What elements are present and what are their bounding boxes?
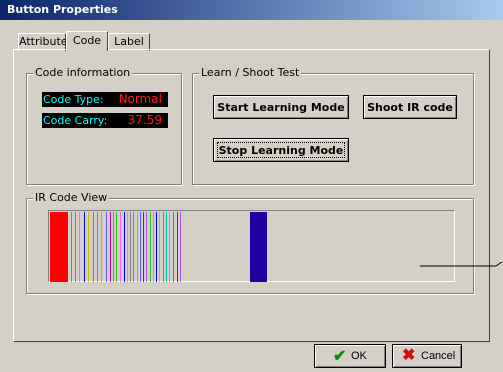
ir-pulse	[156, 212, 157, 282]
window-title: Button Properties	[7, 3, 118, 16]
ir-pulse	[127, 212, 128, 282]
ir-pulse	[124, 212, 125, 282]
cancel-x-icon: ✖	[402, 347, 416, 364]
ir-pulse	[71, 212, 72, 282]
ok-button[interactable]: ✔ OK	[314, 344, 386, 368]
ok-label: OK	[351, 350, 367, 362]
ir-pulse	[130, 212, 131, 282]
ir-pulse	[159, 212, 160, 282]
ir-pulse	[153, 212, 154, 282]
ir-pulse	[140, 212, 141, 282]
ir-code-waveform[interactable]	[48, 210, 455, 282]
pointer-line	[420, 262, 503, 267]
ir-block	[250, 212, 267, 282]
ir-code-view-label: IR Code View	[33, 191, 110, 204]
code-carry-label: Code Carry:	[43, 114, 108, 127]
ir-pulse	[79, 212, 80, 282]
ir-pulse	[163, 212, 164, 282]
title-bar: Button Properties	[0, 0, 503, 20]
ir-pulse	[113, 212, 114, 282]
ir-pulse	[93, 212, 94, 282]
ir-pulse	[120, 212, 121, 282]
start-learning-button[interactable]: Start Learning Mode	[213, 95, 349, 119]
code-carry-display: Code Carry: 37.59	[42, 113, 168, 128]
ir-pulse	[101, 212, 102, 282]
code-information-group: Code information	[26, 66, 182, 185]
ir-pulse	[97, 212, 98, 282]
cancel-button[interactable]: ✖ Cancel	[392, 344, 462, 368]
ir-waveform-svg	[50, 212, 267, 282]
cancel-label: Cancel	[421, 350, 456, 362]
code-type-label: Code Type:	[43, 93, 104, 106]
ir-pulse	[150, 212, 151, 282]
ir-start-marker	[50, 212, 68, 282]
tab-code[interactable]: Code	[66, 31, 108, 51]
ir-pulse	[180, 212, 181, 282]
stop-learning-button[interactable]: Stop Learning Mode	[213, 138, 349, 162]
learn-shoot-group: Learn / Shoot Test	[192, 66, 474, 185]
ir-pulse	[88, 212, 89, 282]
ir-pulse	[143, 212, 144, 282]
ir-pulse	[75, 212, 76, 282]
ir-pulse	[110, 212, 111, 282]
code-type-display: Code Type: Normal	[42, 92, 168, 107]
ir-pulse	[173, 212, 174, 282]
ir-pulse	[116, 212, 117, 282]
ir-pulse	[146, 212, 147, 282]
learn-shoot-label: Learn / Shoot Test	[199, 66, 302, 79]
check-icon: ✔	[333, 348, 347, 365]
ir-pulse	[133, 212, 134, 282]
code-information-label: Code information	[33, 66, 133, 79]
ir-pulses	[71, 212, 181, 282]
ir-pulse	[106, 212, 107, 282]
ir-pulse	[177, 212, 178, 282]
focus-rect	[217, 142, 345, 158]
ir-pulse	[169, 212, 170, 282]
ir-pulse	[166, 212, 167, 282]
code-carry-value: 37.59	[127, 113, 162, 127]
ir-pulse	[137, 212, 138, 282]
ir-pulse	[84, 212, 85, 282]
code-type-value: Normal	[118, 92, 162, 106]
shoot-ir-button[interactable]: Shoot IR code	[363, 95, 457, 119]
